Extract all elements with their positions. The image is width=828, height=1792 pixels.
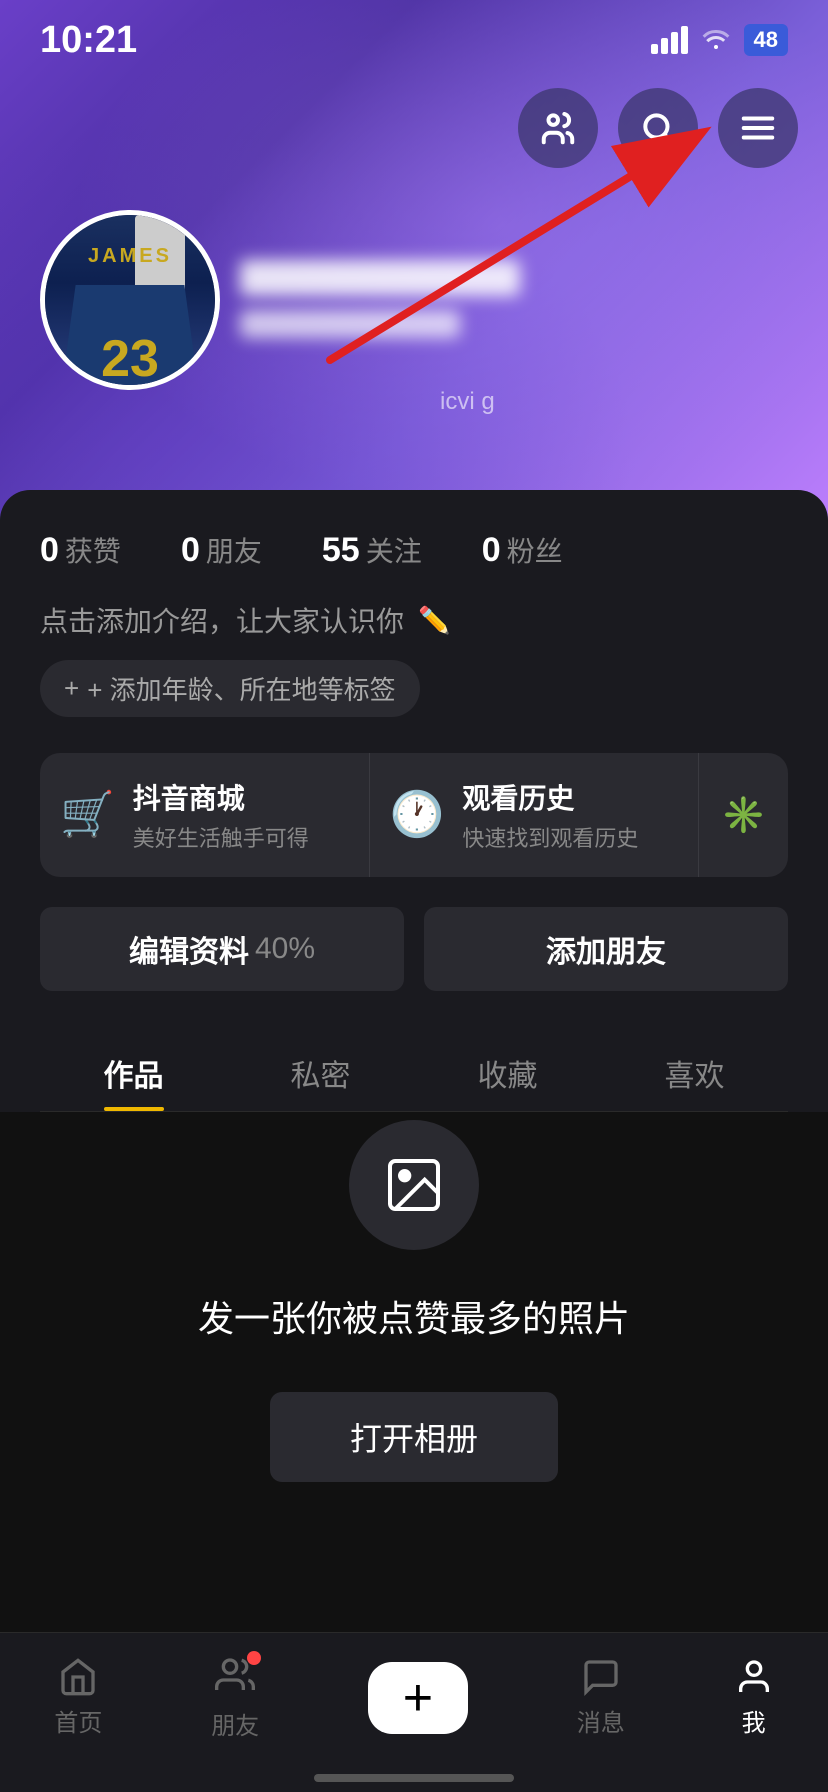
me-icon	[734, 1657, 774, 1697]
home-icon	[58, 1657, 98, 1697]
followers-label: 粉丝	[507, 530, 563, 570]
stat-following[interactable]: 55 关注	[322, 530, 422, 570]
avatar[interactable]: JAMES 23	[40, 210, 220, 390]
status-time: 10:21	[40, 19, 137, 62]
avatar-container: JAMES 23	[40, 210, 220, 390]
tab-favorites-label: 收藏	[478, 1060, 538, 1093]
feature-shop[interactable]: 🛒 抖音商城 美好生活触手可得	[40, 753, 370, 877]
feature-history-subtitle: 快速找到观看历史	[462, 821, 678, 853]
likes-count: 0	[40, 531, 59, 570]
empty-icon-circle	[349, 1120, 479, 1250]
features-row: 🛒 抖音商城 美好生活触手可得 🕐 观看历史 快速找到观看历史 ✳️	[40, 753, 788, 877]
nav-friends[interactable]: 朋友	[211, 1655, 259, 1741]
feature-star[interactable]: ✳️	[699, 753, 788, 877]
following-label: 关注	[366, 530, 422, 570]
tab-works[interactable]: 作品	[40, 1031, 227, 1111]
edit-profile-button[interactable]: 编辑资料 40%	[40, 907, 404, 991]
edit-profile-label: 编辑资料	[129, 927, 249, 971]
stat-likes: 0 获赞	[40, 530, 121, 570]
nav-friends-label: 朋友	[211, 1706, 259, 1741]
empty-title: 发一张你被点赞最多的照片	[198, 1290, 630, 1342]
friends-button[interactable]	[518, 88, 598, 168]
status-bar: 10:21 48	[0, 0, 828, 80]
add-content-button[interactable]: +	[368, 1662, 468, 1734]
add-friend-button[interactable]: 添加朋友	[424, 907, 788, 991]
open-album-label: 打开相册	[350, 1421, 478, 1457]
open-album-button[interactable]: 打开相册	[270, 1392, 558, 1482]
feature-shop-subtitle: 美好生活触手可得	[133, 821, 349, 853]
wifi-icon	[700, 23, 732, 58]
nav-friends-icon-wrap	[215, 1655, 255, 1700]
nav-home[interactable]: 首页	[54, 1657, 102, 1738]
followers-count: 0	[482, 531, 501, 570]
nav-me-label: 我	[742, 1703, 766, 1738]
feature-history-title: 观看历史	[462, 777, 678, 817]
battery-icon: 48	[744, 24, 788, 56]
nav-message-label: 消息	[577, 1703, 625, 1738]
tab-works-label: 作品	[104, 1060, 164, 1093]
nav-me[interactable]: 我	[734, 1657, 774, 1738]
add-friend-label: 添加朋友	[546, 927, 666, 971]
feature-history[interactable]: 🕐 观看历史 快速找到观看历史	[370, 753, 700, 877]
tab-private[interactable]: 私密	[227, 1031, 414, 1111]
avatar-number: 23	[101, 333, 159, 385]
shop-icon: 🛒	[60, 793, 115, 837]
bio-edit-icon[interactable]: ✏️	[418, 605, 450, 636]
photo-icon	[382, 1153, 446, 1217]
home-indicator	[314, 1774, 514, 1782]
bio-row[interactable]: 点击添加介绍，让大家认识你 ✏️	[40, 600, 788, 640]
tab-likes-label: 喜欢	[665, 1060, 725, 1093]
message-icon	[581, 1657, 621, 1697]
signal-icon	[651, 26, 688, 54]
edit-profile-percent: 40%	[255, 932, 315, 966]
feature-shop-title: 抖音商城	[133, 777, 349, 817]
add-tags-plus: +	[64, 673, 79, 704]
bio-text: 点击添加介绍，让大家认识你	[40, 600, 404, 640]
friends-count: 0	[181, 531, 200, 570]
friends-label: 朋友	[206, 530, 262, 570]
userid-blurred	[240, 310, 460, 338]
add-tags-label: + 添加年龄、所在地等标签	[87, 670, 395, 707]
stat-followers[interactable]: 0 粉丝	[482, 530, 563, 570]
nav-home-label: 首页	[54, 1703, 102, 1738]
username-area: icvi g	[240, 260, 798, 338]
menu-button[interactable]	[718, 88, 798, 168]
following-count: 55	[322, 531, 360, 570]
bottom-nav: 首页 朋友 + 消息 我	[0, 1632, 828, 1792]
friends-notification-dot	[247, 1651, 261, 1665]
tabs-row: 作品 私密 收藏 喜欢	[40, 1031, 788, 1112]
tags-row: + + 添加年龄、所在地等标签	[40, 660, 788, 717]
add-tags-button[interactable]: + + 添加年龄、所在地等标签	[40, 660, 420, 717]
stats-section: 0 获赞 0 朋友 55 关注 0 粉丝 点击添加介绍，让大家认识你 ✏️ + …	[0, 490, 828, 1112]
feature-shop-texts: 抖音商城 美好生活触手可得	[133, 777, 349, 853]
likes-label: 获赞	[65, 530, 121, 570]
nav-message[interactable]: 消息	[577, 1657, 625, 1738]
username-blurred	[240, 260, 520, 296]
userid-suffix: icvi g	[440, 388, 495, 416]
search-button[interactable]	[618, 88, 698, 168]
avatar-name-text: JAMES	[88, 245, 172, 268]
history-icon: 🕐	[390, 793, 445, 837]
tab-likes[interactable]: 喜欢	[601, 1031, 788, 1111]
status-icons: 48	[651, 23, 788, 58]
tab-favorites[interactable]: 收藏	[414, 1031, 601, 1111]
star-icon: ✳️	[721, 794, 766, 836]
tab-private-label: 私密	[291, 1060, 351, 1093]
nav-plus[interactable]: +	[368, 1662, 468, 1734]
plus-icon: +	[403, 1672, 433, 1724]
feature-history-texts: 观看历史 快速找到观看历史	[462, 777, 678, 853]
top-actions	[518, 88, 798, 168]
action-buttons: 编辑资料 40% 添加朋友	[40, 907, 788, 991]
stats-row: 0 获赞 0 朋友 55 关注 0 粉丝	[40, 530, 788, 570]
stat-friends: 0 朋友	[181, 530, 262, 570]
